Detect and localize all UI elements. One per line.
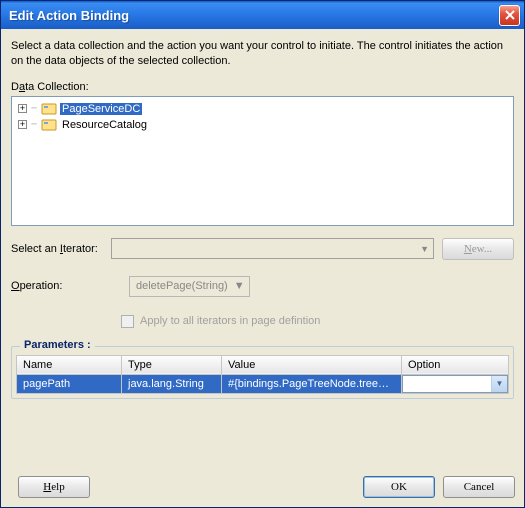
iterator-row: Select an Iterator: ▼ New... <box>11 238 514 260</box>
option-dropdown[interactable]: ▼ <box>402 375 508 393</box>
chevron-down-icon: ▼ <box>420 244 429 254</box>
operation-row: Operation: deletePage(String) ▼ <box>11 276 514 297</box>
instruction-text: Select a data collection and the action … <box>11 39 514 69</box>
chevron-down-icon: ▼ <box>491 376 507 392</box>
tree-item-resourcecatalog[interactable]: + ┄ ResourceCatalog <box>16 117 509 133</box>
col-header-value[interactable]: Value <box>222 355 402 374</box>
operation-dropdown[interactable]: deletePage(String) ▼ <box>129 276 250 297</box>
titlebar: Edit Action Binding <box>1 1 524 29</box>
chevron-down-icon: ▼ <box>234 280 245 292</box>
iterator-dropdown[interactable]: ▼ <box>111 238 434 259</box>
apply-label: Apply to all iterators in page defintion <box>140 315 320 327</box>
tree-connector: ┄ <box>30 103 38 114</box>
table-header-row: Name Type Value Option <box>17 355 509 374</box>
window-title: Edit Action Binding <box>9 8 499 23</box>
tree-item-label: ResourceCatalog <box>60 119 149 131</box>
col-header-name[interactable]: Name <box>17 355 122 374</box>
parameters-legend: Parameters : <box>20 339 95 351</box>
operation-label: Operation: <box>11 280 129 292</box>
cell-name: pagePath <box>17 376 121 392</box>
cell-type: java.lang.String <box>122 376 221 392</box>
expand-icon[interactable]: + <box>18 120 27 129</box>
data-collection-label: Data Collection: <box>11 81 514 93</box>
datacontrol-icon <box>41 117 57 133</box>
apply-checkbox <box>121 315 134 328</box>
data-collection-tree[interactable]: + ┄ PageServiceDC + ┄ ResourceCatalog <box>11 96 514 226</box>
expand-icon[interactable]: + <box>18 104 27 113</box>
close-button[interactable] <box>499 5 520 26</box>
apply-row: Apply to all iterators in page defintion <box>11 315 514 328</box>
ok-button[interactable]: OK <box>363 476 435 498</box>
col-header-type[interactable]: Type <box>122 355 222 374</box>
help-button[interactable]: Help <box>18 476 90 498</box>
parameters-fieldset: Parameters : Name Type Value Option page… <box>11 346 514 399</box>
dialog-footer: Help OK Cancel <box>10 476 515 498</box>
tree-item-label: PageServiceDC <box>60 103 142 115</box>
new-button[interactable]: New... <box>442 238 514 260</box>
tree-item-pageservicedc[interactable]: + ┄ PageServiceDC <box>16 101 509 117</box>
operation-value: deletePage(String) <box>136 280 228 292</box>
close-icon <box>505 10 515 20</box>
col-header-option[interactable]: Option <box>402 355 509 374</box>
datacontrol-icon <box>41 101 57 117</box>
iterator-label: Select an Iterator: <box>11 243 111 255</box>
cancel-button[interactable]: Cancel <box>443 476 515 498</box>
parameters-table: Name Type Value Option pagePath java.lan… <box>16 355 509 394</box>
dialog-content: Select a data collection and the action … <box>1 29 524 407</box>
tree-connector: ┄ <box>30 119 38 130</box>
table-row[interactable]: pagePath java.lang.String #{bindings.Pag… <box>17 374 509 393</box>
cell-value: #{bindings.PageTreeNode.treeM... <box>222 376 400 392</box>
